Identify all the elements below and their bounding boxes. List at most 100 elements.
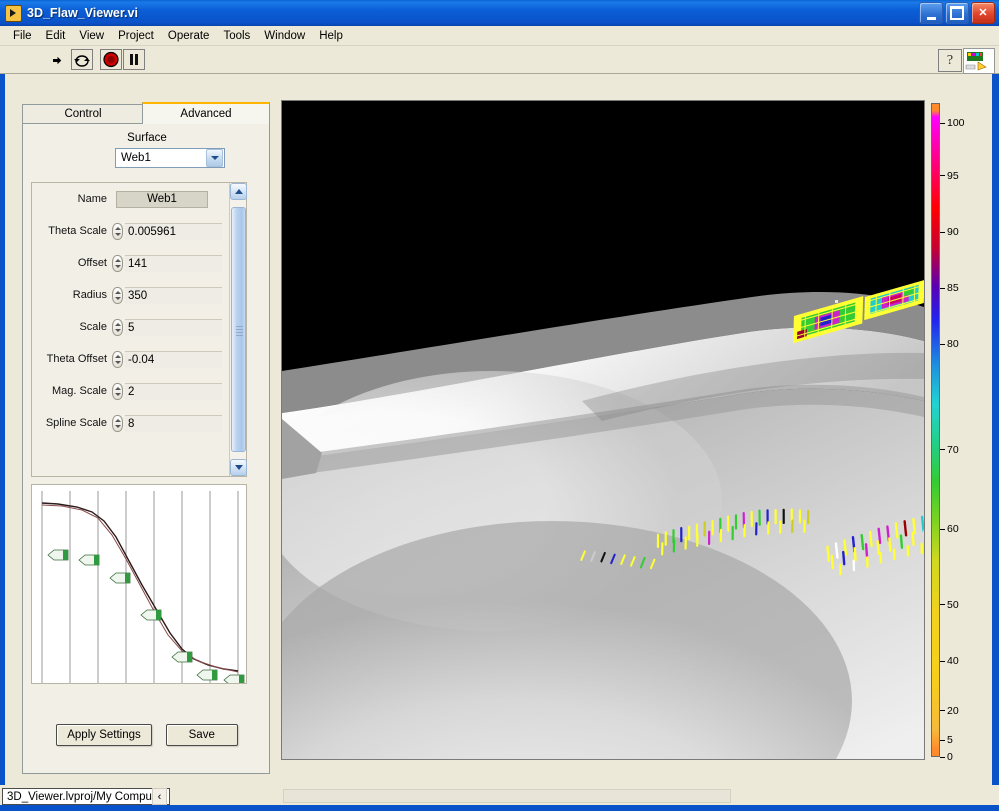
radius-field[interactable]: 350 <box>125 286 222 304</box>
toolbar: ? <box>0 46 999 74</box>
run-continuously-button[interactable] <box>71 49 93 70</box>
vertical-scrollbar-thumb[interactable] <box>231 207 246 452</box>
color-tick: 50 <box>940 599 959 611</box>
theta-offset-field[interactable]: -0.04 <box>125 350 222 368</box>
color-tick-label: 40 <box>947 655 959 667</box>
labview-application-window: 3D_Flaw_Viewer.vi ✕ File Edit View Proje… <box>0 0 999 811</box>
theta-scale-field[interactable]: 0.005961 <box>125 222 222 240</box>
3d-render-view[interactable] <box>281 100 925 760</box>
status-scroll-thumb[interactable] <box>283 789 731 803</box>
window-bottom-edge <box>0 805 999 811</box>
color-tick-label: 70 <box>947 443 959 456</box>
save-button[interactable]: Save <box>165 724 238 746</box>
color-tick-label: 0 <box>947 751 953 764</box>
radius-label: Radius <box>72 289 107 301</box>
surface-dropdown-value: Web1 <box>121 152 151 164</box>
param-row-scale: Scale 5 <box>32 311 230 343</box>
color-tick: 85 <box>940 282 959 294</box>
scale-field[interactable]: 5 <box>125 318 222 336</box>
theta-scale-label: Theta Scale <box>48 225 107 237</box>
theta-scale-stepper[interactable] <box>112 222 123 240</box>
help-button[interactable]: ? <box>938 49 962 72</box>
color-scale-legend: 100 95 90 85 80 70 60 50 40 20 5 0 <box>931 100 991 763</box>
param-row-mag-scale: Mag. Scale 2 <box>32 375 230 407</box>
param-row-theta-scale: Theta Scale 0.005961 <box>32 215 230 247</box>
menu-item-project[interactable]: Project <box>111 28 161 44</box>
menu-item-file[interactable]: File <box>6 28 39 44</box>
param-row-radius: Radius 350 <box>32 279 230 311</box>
color-tick: 40 <box>940 655 959 667</box>
menu-item-operate[interactable]: Operate <box>161 28 217 44</box>
offset-stepper[interactable] <box>112 254 123 272</box>
tab-container: Control Advanced Surface Web1 Name Web1 <box>22 102 271 804</box>
tab-advanced[interactable]: Advanced <box>142 102 270 124</box>
surface-dropdown[interactable]: Web1 <box>115 148 225 168</box>
tab-control[interactable]: Control <box>22 104 144 124</box>
minimize-button[interactable] <box>919 2 943 24</box>
spline-editor-canvas[interactable] <box>32 485 246 683</box>
3d-scene <box>282 101 924 759</box>
color-tick: 0 <box>940 751 953 763</box>
color-tick: 70 <box>940 444 959 456</box>
color-scale-ticks: 100 95 90 85 80 70 60 50 40 20 5 0 <box>940 100 991 763</box>
status-collapse-button[interactable]: ‹ <box>152 788 167 805</box>
menu-item-window[interactable]: Window <box>257 28 312 44</box>
name-label: Name <box>77 193 107 205</box>
color-tick-label: 5 <box>947 734 953 747</box>
name-field[interactable]: Web1 <box>116 190 208 208</box>
scale-label: Scale <box>79 321 107 333</box>
apply-settings-button[interactable]: Apply Settings <box>56 724 152 746</box>
theta-offset-stepper[interactable] <box>112 350 123 368</box>
parameter-list: Name Web1 Theta Scale 0.005961 Offset 14… <box>32 183 230 476</box>
front-panel-body: Control Advanced Surface Web1 Name Web1 <box>0 74 999 804</box>
chevron-down-icon <box>206 149 223 167</box>
surface-parameters-group: Name Web1 Theta Scale 0.005961 Offset 14… <box>31 182 247 477</box>
labview-vi-icon <box>5 4 22 22</box>
menu-item-help[interactable]: Help <box>312 28 350 44</box>
spline-scale-label: Spline Scale <box>45 417 107 429</box>
color-tick: 60 <box>940 523 959 535</box>
mag-scale-stepper[interactable] <box>112 382 123 400</box>
spline-scale-field[interactable]: 8 <box>125 414 222 432</box>
scroll-up-button[interactable] <box>230 183 247 200</box>
offset-label: Offset <box>77 257 107 269</box>
color-tick-label: 20 <box>947 704 959 717</box>
color-gradient-bar <box>931 103 940 757</box>
pause-button[interactable] <box>123 49 145 70</box>
window-controls: ✕ <box>919 2 995 24</box>
color-tick: 20 <box>940 705 959 717</box>
scale-stepper[interactable] <box>112 318 123 336</box>
spline-editor[interactable] <box>31 484 247 684</box>
menu-item-edit[interactable]: Edit <box>39 28 73 44</box>
mag-scale-field[interactable]: 2 <box>125 382 222 400</box>
run-continuously-icon <box>74 55 90 67</box>
run-arrow-icon <box>53 56 62 65</box>
tab-panel-advanced: Surface Web1 Name Web1 Theta Scale 0.005… <box>22 123 271 804</box>
menu-item-tools[interactable]: Tools <box>216 28 257 44</box>
color-tick: 95 <box>940 170 959 182</box>
radius-stepper[interactable] <box>112 286 123 304</box>
action-button-row: Apply Settings Save <box>23 724 271 746</box>
vi-thumbnail-icon[interactable] <box>963 48 995 74</box>
menu-bar: File Edit View Project Operate Tools Win… <box>0 26 999 46</box>
abort-button[interactable] <box>100 49 122 70</box>
color-tick: 100 <box>940 117 965 129</box>
abort-stop-icon <box>103 51 119 68</box>
menu-item-view[interactable]: View <box>72 28 111 44</box>
param-row-spline-scale: Spline Scale 8 <box>32 407 230 439</box>
surface-label: Surface <box>127 132 167 144</box>
maximize-button[interactable] <box>945 2 969 24</box>
title-bar: 3D_Flaw_Viewer.vi ✕ <box>0 0 999 26</box>
color-tick-label: 85 <box>947 282 959 295</box>
scroll-down-button[interactable] <box>230 459 247 476</box>
close-button[interactable]: ✕ <box>971 2 995 24</box>
project-path-field[interactable]: 3D_Viewer.lvproj/My Computer <box>2 788 171 805</box>
color-tick-label: 90 <box>947 226 959 238</box>
theta-offset-label: Theta Offset <box>46 353 107 365</box>
offset-field[interactable]: 141 <box>125 254 222 272</box>
spline-scale-stepper[interactable] <box>112 414 123 432</box>
run-button[interactable] <box>48 49 70 70</box>
window-left-edge <box>0 74 5 785</box>
color-tick: 80 <box>940 338 959 350</box>
parameters-vertical-scrollbar[interactable] <box>229 183 247 476</box>
